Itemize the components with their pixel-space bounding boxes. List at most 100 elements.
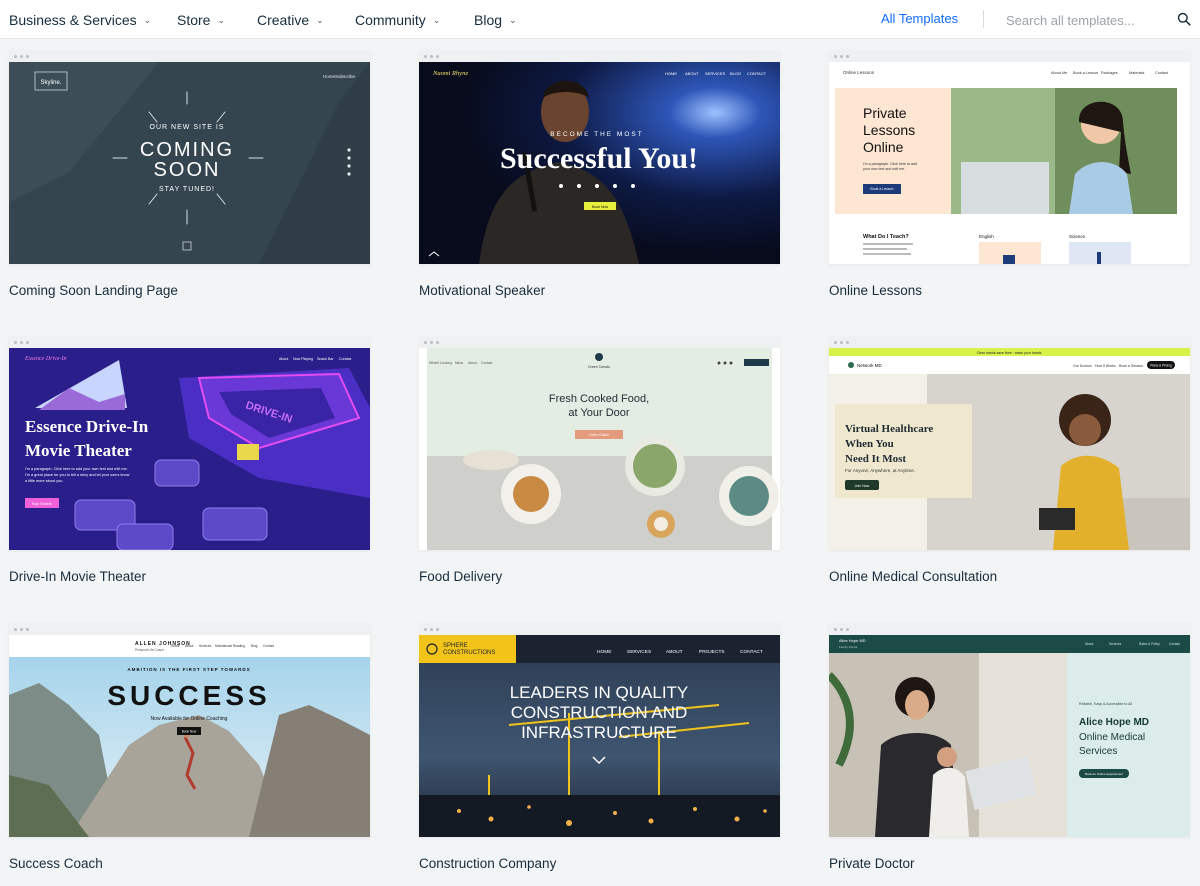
chevron-down-icon: ⌄ <box>143 15 152 25</box>
template-preview: Skyline. Home Subscribe OUR NEW SITE IS … <box>9 50 370 264</box>
nav-divider <box>983 10 984 28</box>
preview-link: Contact <box>1169 642 1180 646</box>
preview-link: Services <box>1109 642 1122 646</box>
preview-headline: Essence Drive-In <box>25 417 149 436</box>
preview-link: ABOUT <box>685 71 699 76</box>
template-preview: Alice Hope MD Family Doctor About Servic… <box>829 623 1190 837</box>
preview-brand: ALLEN JOHNSON <box>135 641 191 647</box>
preview-section: What Do I Teach? <box>863 234 909 240</box>
preview-link: Book a Lesson <box>1073 71 1098 75</box>
preview-link: Book a Session <box>1119 364 1143 368</box>
template-preview: ALLEN JOHNSON Personal Life Coach Home A… <box>9 623 370 837</box>
preview-headline: LEADERS IN QUALITY <box>510 683 689 702</box>
preview-body: I'm a paragraph. Click here to add <box>863 162 917 166</box>
preview-headline: COMING <box>140 139 234 161</box>
top-nav: Business & Services ⌄ Store ⌄ Creative ⌄… <box>0 0 1200 39</box>
preview-link: Contact <box>481 361 492 365</box>
nav-community[interactable]: Community ⌄ <box>355 0 440 39</box>
preview-eyebrow: AMBITION IS THE FIRST STEP TOWARDS <box>127 667 250 672</box>
preview-link: About <box>185 644 193 648</box>
template-title[interactable]: Construction Company <box>419 856 556 871</box>
template-title[interactable]: Online Medical Consultation <box>829 569 997 584</box>
preview-headline: SOON <box>154 159 221 181</box>
preview-image: Naomi Rhyne HOME ABOUT SERVICES BLOG CON… <box>419 62 780 264</box>
preview-cta: Join Now <box>855 484 870 488</box>
preview-link: Packages <box>1101 71 1118 75</box>
preview-brand: Alice Hope MD <box>839 638 866 643</box>
browser-bar <box>419 50 780 62</box>
nav-label: Business & Services <box>9 11 137 28</box>
preview-cta: Book a Lesson <box>870 187 893 191</box>
all-templates-link[interactable]: All Templates <box>881 11 958 26</box>
preview-link: Now Playing <box>293 357 313 361</box>
browser-bar <box>829 336 1190 348</box>
preview-headline: Need It Most <box>845 453 906 465</box>
preview-body: I'm a paragraph. Click here to add your … <box>25 467 128 471</box>
preview-body: I'm a great place for you to tell a stor… <box>25 473 130 477</box>
template-title[interactable]: Online Lessons <box>829 283 922 298</box>
preview-link: Contact <box>339 357 351 361</box>
browser-bar <box>9 50 370 62</box>
preview-link: ABOUT <box>666 649 683 655</box>
preview-headline: When You <box>845 438 894 450</box>
preview-image: ALLEN JOHNSON Personal Life Coach Home A… <box>9 635 370 837</box>
preview-image: Clear hands save lives · wash your hands… <box>829 348 1190 550</box>
preview-headline: Movie Theater <box>25 441 132 460</box>
preview-brand: Green Tomato <box>588 365 610 369</box>
preview-brand: Online Lessons <box>843 70 875 75</box>
preview-tagline: STAY TUNED! <box>159 186 215 193</box>
preview-headline: CONSTRUCTION AND <box>511 703 688 722</box>
preview-brand: SPHERE <box>443 643 468 649</box>
nav-store[interactable]: Store ⌄ <box>177 0 225 39</box>
browser-bar <box>419 623 780 635</box>
template-preview: Green Tomato What's Cooking Menu About C… <box>419 336 780 550</box>
preview-image: Skyline. Home Subscribe OUR NEW SITE IS … <box>9 62 370 264</box>
preview-link: Contact <box>1155 71 1169 75</box>
nav-label: Community <box>355 11 426 28</box>
preview-link: HOME <box>597 649 611 655</box>
search-input[interactable] <box>1006 10 1186 30</box>
preview-link: About <box>1085 642 1093 646</box>
browser-bar <box>419 336 780 348</box>
template-title[interactable]: Coming Soon Landing Page <box>9 283 178 298</box>
preview-link: Our Doctors <box>1073 364 1092 368</box>
preview-link: Rates & Policy <box>1139 642 1160 646</box>
preview-headline: SUCCESS <box>107 680 270 711</box>
preview-cta: Buy Tickets <box>32 502 52 506</box>
template-preview: Clear hands save lives · wash your hands… <box>829 336 1190 550</box>
nav-label: Store <box>177 11 211 28</box>
preview-image: Green Tomato What's Cooking Menu About C… <box>419 348 780 550</box>
nav-blog[interactable]: Blog ⌄ <box>474 0 517 39</box>
preview-headline: Lessons <box>863 122 915 138</box>
nav-business-services[interactable]: Business & Services ⌄ <box>9 0 151 39</box>
browser-bar <box>9 623 370 635</box>
template-title[interactable]: Success Coach <box>9 856 103 871</box>
template-title[interactable]: Private Doctor <box>829 856 915 871</box>
nav-label: Creative <box>257 11 310 28</box>
preview-link: Contact <box>263 644 274 648</box>
preview-link: Snack Bar <box>317 357 334 361</box>
preview-link: SERVICES <box>627 649 651 655</box>
preview-cta: Book Now <box>182 730 197 734</box>
preview-link: CONTACT <box>740 649 763 655</box>
chevron-down-icon: ⌄ <box>432 15 441 25</box>
preview-link: HOME <box>665 71 677 76</box>
chevron-down-icon: ⌄ <box>509 15 517 25</box>
search-icon[interactable] <box>1177 12 1191 26</box>
template-title[interactable]: Motivational Speaker <box>419 283 545 298</box>
template-preview: SPHERE CONSTRUCTIONS HOME SERVICES ABOUT… <box>419 623 780 837</box>
preview-brand: CONSTRUCTIONS <box>443 650 495 656</box>
preview-link: About <box>279 357 288 361</box>
preview-headline: Online <box>863 139 904 155</box>
preview-brand: Essence Drive-In <box>24 356 66 362</box>
nav-creative[interactable]: Creative ⌄ <box>257 0 324 39</box>
preview-image: DRIVE-IN Essence Drive-In About Now Play… <box>9 348 370 550</box>
template-title[interactable]: Food Delivery <box>419 569 502 584</box>
preview-link: Home <box>171 644 180 648</box>
preview-name: Alice Hope MD <box>1079 717 1149 728</box>
template-title[interactable]: Drive-In Movie Theater <box>9 569 146 584</box>
preview-link: BLOG <box>730 71 741 76</box>
preview-headline: at Your Door <box>568 407 629 419</box>
preview-headline: Services <box>1079 746 1117 757</box>
preview-image: Online Lessons About Me Book a Lesson Pa… <box>829 62 1190 264</box>
